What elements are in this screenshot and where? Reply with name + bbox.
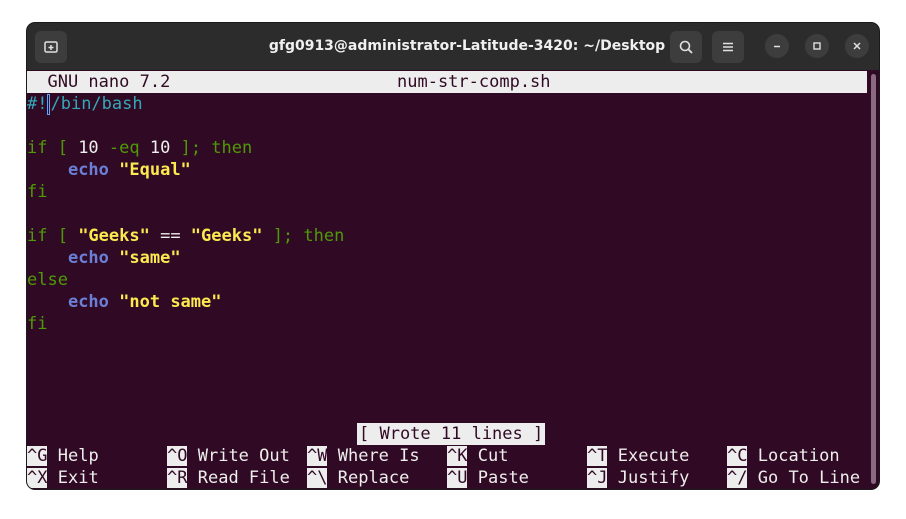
code-line-7[interactable]: if [ "Geeks" == "Geeks" ]; then: [27, 225, 344, 247]
nano-version: GNU nano 7.2: [47, 72, 171, 92]
code-line-4[interactable]: echo "Equal": [27, 159, 191, 181]
keyword-then: ]; then: [170, 138, 253, 158]
shortcut-key: ^R: [167, 468, 188, 488]
keyword-echo: echo: [67, 292, 109, 312]
shortcut-key: ^O: [167, 446, 188, 466]
shortcut-label: Location: [757, 446, 840, 466]
title-bar: gfg0913@administrator-Latitude-3420: ~/D…: [27, 23, 879, 70]
string-literal: "same": [108, 248, 181, 268]
shortcut-paste[interactable]: ^U Paste: [447, 467, 529, 489]
shortcut-label: Justify: [617, 468, 690, 488]
shortcut-execute[interactable]: ^T Execute: [587, 445, 689, 467]
scrollbar[interactable]: [871, 74, 876, 484]
shortcut-exit[interactable]: ^X Exit: [27, 467, 99, 489]
shortcut-replace[interactable]: ^\ Replace: [307, 467, 409, 489]
shortcut-read-file[interactable]: ^R Read File: [167, 467, 290, 489]
shortcut-label: Read File: [197, 468, 290, 488]
string-literal: "not same": [108, 292, 222, 312]
code-line-11[interactable]: fi: [27, 313, 47, 335]
shortcut-label: Write Out: [197, 446, 290, 466]
code-line-9[interactable]: else: [27, 269, 68, 291]
keyword-echo: echo: [67, 160, 109, 180]
nano-header-bar: GNU nano 7.2 num-str-comp.sh: [27, 71, 867, 93]
code-line-3[interactable]: if [ 10 -eq 10 ]; then: [27, 137, 252, 159]
code-line-5[interactable]: fi: [27, 181, 47, 203]
shortcut-cut[interactable]: ^K Cut: [447, 445, 508, 467]
shortcut-key: ^\: [307, 468, 328, 488]
string-literal: "Geeks": [78, 226, 150, 246]
minimize-icon: [774, 45, 780, 48]
shebang-path: /bin/bash: [50, 94, 143, 114]
keyword-echo: echo: [67, 248, 109, 268]
operator-equals: ==: [149, 226, 191, 246]
shortcut-key: ^J: [587, 468, 608, 488]
maximize-button[interactable]: [805, 34, 829, 58]
shortcut-key: ^C: [727, 446, 748, 466]
menu-button[interactable]: [712, 31, 744, 63]
code-line-10[interactable]: echo "not same": [27, 291, 222, 313]
shortcut-label: Replace: [337, 468, 410, 488]
shortcut-key: ^T: [587, 446, 608, 466]
string-literal: "Equal": [108, 160, 191, 180]
shortcut-label: Go To Line: [757, 468, 861, 488]
shebang-prefix: #!: [27, 94, 48, 114]
close-button[interactable]: [845, 34, 869, 58]
shortcut-label: Exit: [57, 468, 99, 488]
shortcut-where-is[interactable]: ^W Where Is: [307, 445, 420, 467]
hamburger-menu-icon: [723, 42, 733, 52]
shortcut-label: Where Is: [337, 446, 420, 466]
shortcut-help[interactable]: ^G Help: [27, 445, 99, 467]
window-title: gfg0913@administrator-Latitude-3420: ~/D…: [268, 38, 666, 54]
shortcut-label: Execute: [617, 446, 690, 466]
keyword-if: if [: [27, 226, 79, 246]
shortcut-go-to-line[interactable]: ^/ Go To Line: [727, 467, 860, 489]
number-literal: 10: [149, 138, 171, 158]
keyword-then: ]; then: [262, 226, 345, 246]
nano-filename: num-str-comp.sh: [397, 72, 551, 92]
shortcut-justify[interactable]: ^J Justify: [587, 467, 689, 489]
terminal-content[interactable]: GNU nano 7.2 num-str-comp.sh #!/bin/bash …: [27, 70, 879, 489]
close-icon: [853, 42, 861, 50]
shortcut-key: ^U: [447, 468, 468, 488]
new-tab-button[interactable]: [35, 31, 67, 63]
shortcut-label: Help: [57, 446, 99, 466]
maximize-icon: [813, 42, 821, 50]
shortcut-key: ^K: [447, 446, 468, 466]
search-icon: [679, 40, 693, 54]
code-line-8[interactable]: echo "same": [27, 247, 181, 269]
shortcut-write-out[interactable]: ^O Write Out: [167, 445, 290, 467]
status-message: [ Wrote 11 lines ]: [357, 423, 546, 445]
shortcut-location[interactable]: ^C Location: [727, 445, 840, 467]
shortcut-label: Paste: [477, 468, 529, 488]
new-tab-icon: [44, 41, 58, 53]
shortcut-key: ^/: [727, 468, 748, 488]
shortcut-key: ^W: [307, 446, 328, 466]
string-literal: "Geeks": [190, 226, 263, 246]
number-literal: 10: [78, 138, 99, 158]
operator-eq: -eq: [98, 138, 150, 158]
terminal-window: gfg0913@administrator-Latitude-3420: ~/D…: [27, 23, 879, 489]
shortcut-key: ^X: [27, 468, 48, 488]
code-line-1[interactable]: #!/bin/bash: [27, 93, 143, 115]
shortcut-key: ^G: [27, 446, 48, 466]
shortcut-label: Cut: [477, 446, 509, 466]
search-button[interactable]: [670, 31, 702, 63]
keyword-if: if [: [27, 138, 79, 158]
minimize-button[interactable]: [765, 34, 789, 58]
